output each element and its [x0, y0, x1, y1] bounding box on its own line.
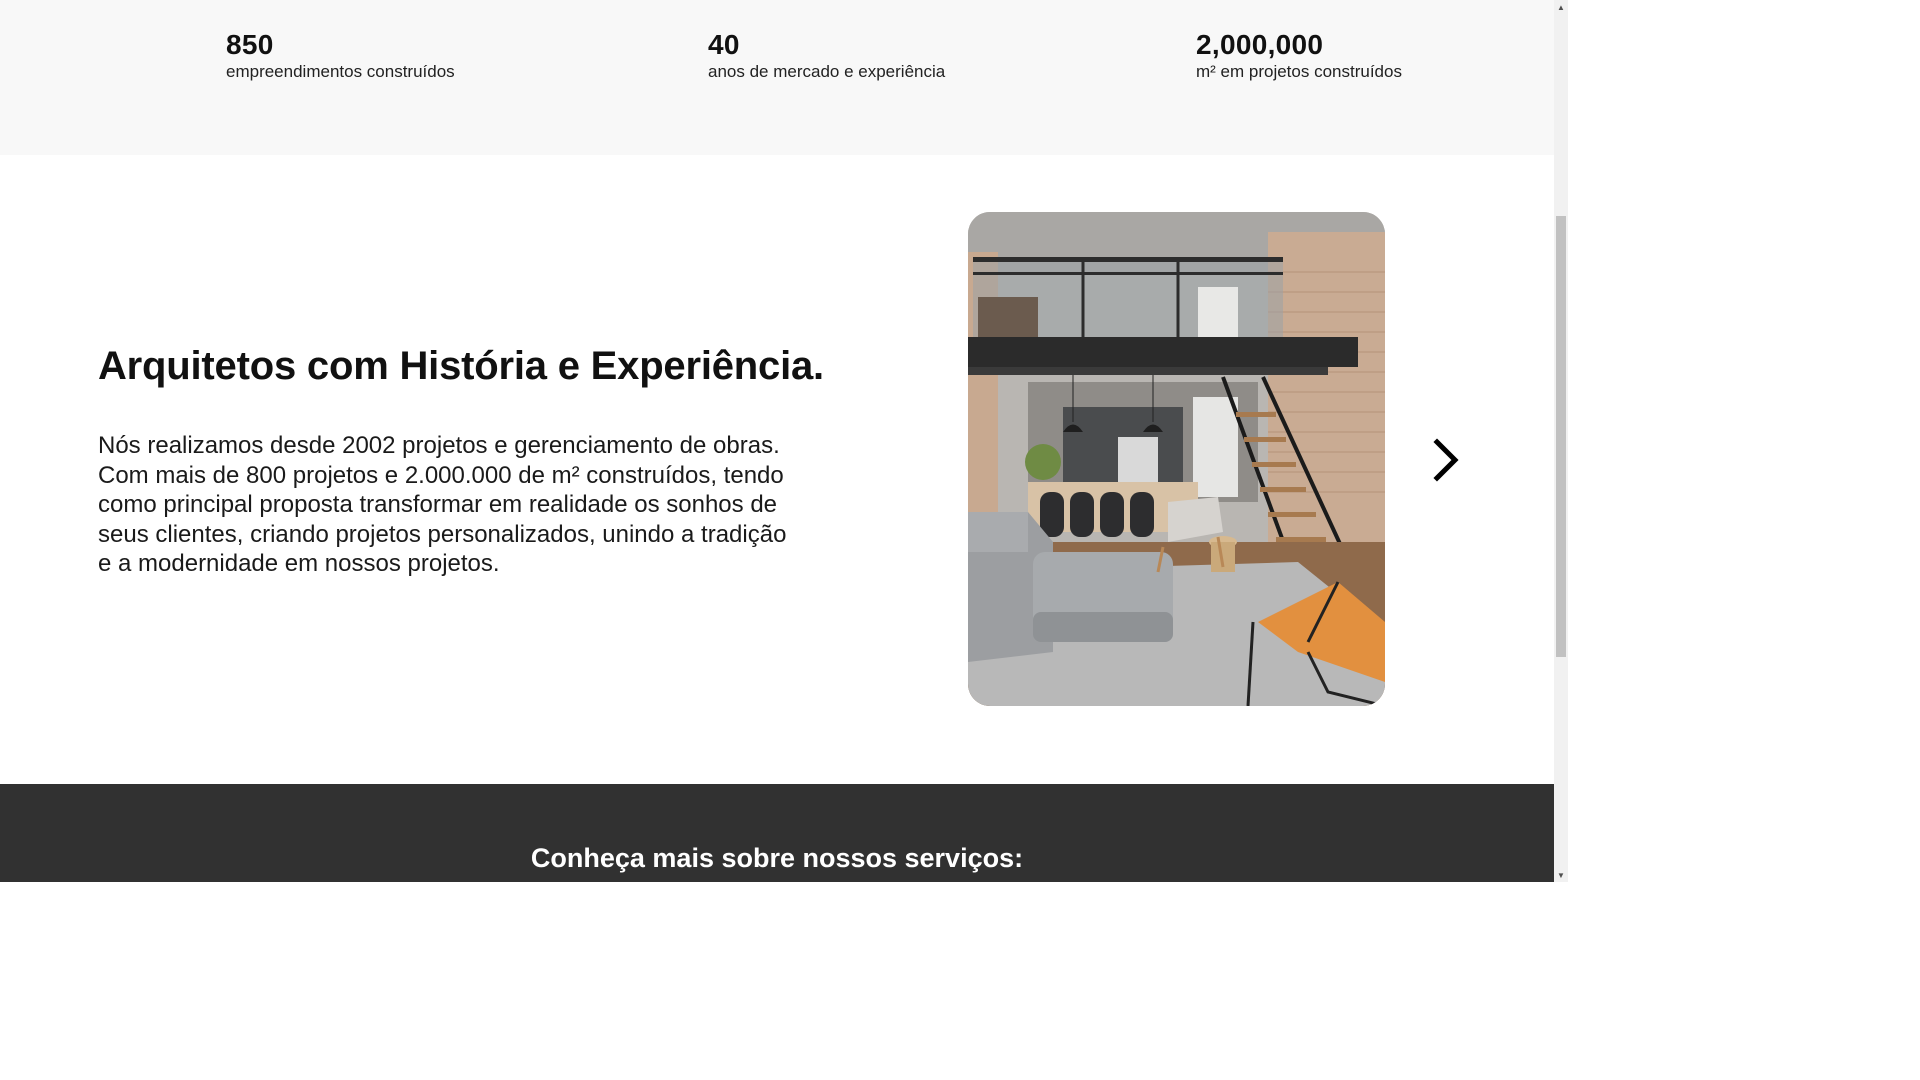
stats-section: 850 empreendimentos construídos 40 anos …: [0, 0, 1554, 155]
about-line: seus clientes, criando projetos personal…: [98, 520, 787, 548]
stat-area: 2,000,000 m² em projetos construídos: [1196, 28, 1402, 82]
about-section: Arquitetos com História e Experiência. N…: [0, 155, 1554, 784]
stat-value: 2,000,000: [1196, 29, 1324, 60]
services-title: Conheça mais sobre nossos serviços:: [530, 843, 1024, 873]
scroll-down-arrow[interactable]: ▼: [1554, 868, 1568, 882]
stat-label: m² em projetos construídos: [1196, 62, 1402, 81]
scrollbar-thumb[interactable]: [1556, 216, 1566, 657]
stat-label: anos de mercado e experiência: [708, 62, 946, 81]
services-section: Conheça mais sobre nossos serviços:: [0, 784, 1554, 882]
about-line: Nós realizamos desde 2002 projetos e ger…: [98, 432, 780, 459]
carousel-next-button[interactable]: [1426, 435, 1466, 485]
page-scrollbar[interactable]: ▲ ▼: [1554, 0, 1568, 882]
about-description: Nós realizamos desde 2002 projetos e ger…: [98, 431, 868, 579]
stat-value: 40: [708, 29, 740, 60]
stat-projects: 850 empreendimentos construídos: [226, 28, 455, 82]
carousel-image: [968, 212, 1385, 706]
loft-interior-photo: [968, 212, 1385, 706]
stat-label: empreendimentos construídos: [226, 62, 455, 81]
about-line: Com mais de 800 projetos e 2.000.000 de …: [98, 461, 784, 489]
stat-years: 40 anos de mercado e experiência: [708, 28, 945, 82]
chevron-right-icon: [1433, 438, 1459, 482]
about-line: como principal proposta transformar em r…: [98, 491, 778, 518]
about-title: Arquitetos com História e Experiência.: [98, 344, 824, 388]
about-line: e a modernidade em nossos projetos.: [98, 550, 500, 577]
stat-value: 850: [226, 29, 274, 60]
scroll-up-arrow[interactable]: ▲: [1554, 0, 1568, 14]
